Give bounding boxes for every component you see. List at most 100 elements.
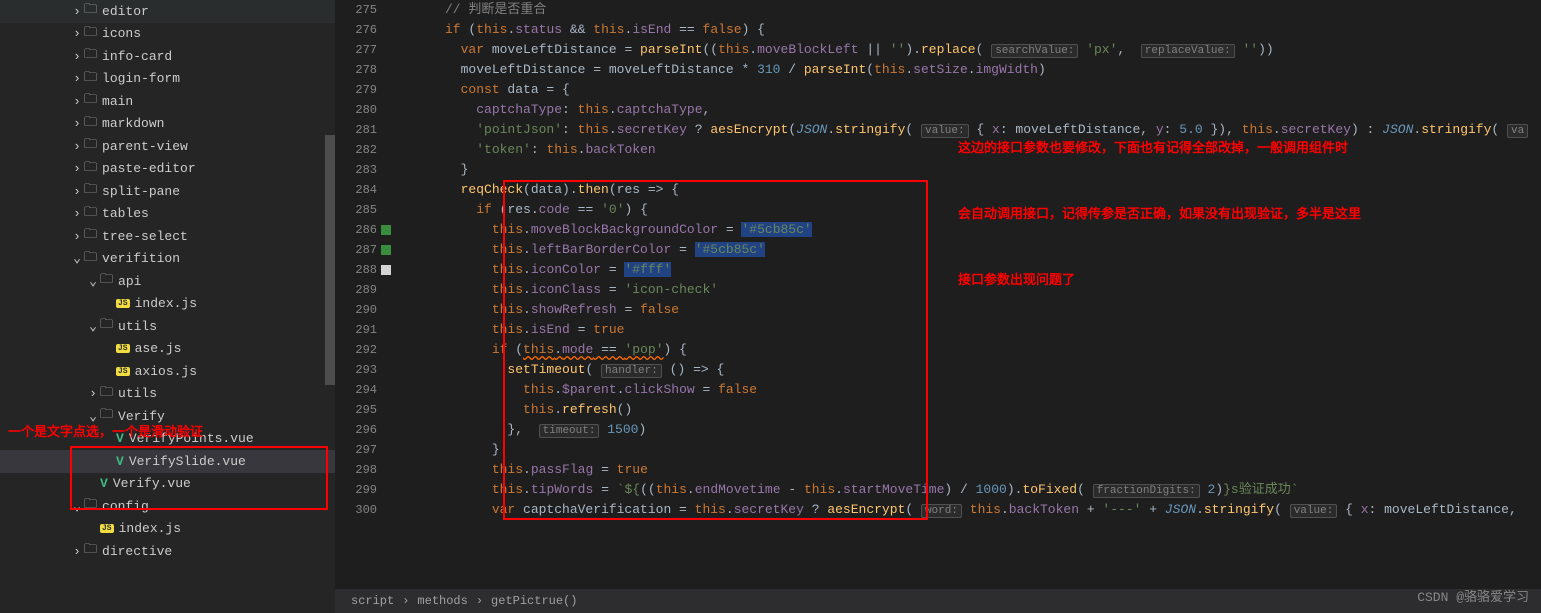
tree-item-main[interactable]: ›🗀main (0, 90, 335, 113)
breadcrumb-item[interactable]: methods (417, 594, 467, 608)
tree-item-login-form[interactable]: ›🗀login-form (0, 68, 335, 91)
tree-item-parent-view[interactable]: ›🗀parent-view (0, 135, 335, 158)
line-number[interactable]: 290 (335, 300, 377, 320)
line-number[interactable]: 292 (335, 340, 377, 360)
code-line[interactable]: // 判断是否重合 (395, 0, 1541, 20)
tree-item-Verify[interactable]: ⌄🗀Verify (0, 405, 335, 428)
code-line[interactable]: const data = { (395, 80, 1541, 100)
code-line[interactable]: this.iconColor = '#fff' (395, 260, 1541, 280)
file-explorer-sidebar[interactable]: ›🗀editor›🗀icons›🗀info-card›🗀login-form›🗀… (0, 0, 335, 613)
code-line[interactable]: } (395, 440, 1541, 460)
code-line[interactable]: if (this.status && this.isEnd == false) … (395, 20, 1541, 40)
line-number[interactable]: 300 (335, 500, 377, 520)
tree-item-tables[interactable]: ›🗀tables (0, 203, 335, 226)
line-number[interactable]: 279 (335, 80, 377, 100)
code-line[interactable]: var captchaVerification = this.secretKey… (395, 500, 1541, 520)
code-line[interactable]: this.showRefresh = false (395, 300, 1541, 320)
line-number[interactable]: 294 (335, 380, 377, 400)
tree-item-label: VerifySlide.vue (129, 454, 246, 469)
line-number[interactable]: 291 (335, 320, 377, 340)
tree-item-info-card[interactable]: ›🗀info-card (0, 45, 335, 68)
code-line[interactable]: 'token': this.backToken (395, 140, 1541, 160)
line-number[interactable]: 281 (335, 120, 377, 140)
tree-item-tree-select[interactable]: ›🗀tree-select (0, 225, 335, 248)
tree-item-api[interactable]: ⌄🗀api (0, 270, 335, 293)
tree-item-label: api (118, 274, 141, 289)
breadcrumb-item[interactable]: getPictrue() (491, 594, 577, 608)
tree-item-VerifyPoints-vue[interactable]: VVerifyPoints.vue (0, 428, 335, 451)
line-number[interactable]: 286 (335, 220, 377, 240)
tree-item-index-js[interactable]: JSindex.js (0, 518, 335, 541)
line-number[interactable]: 276 (335, 20, 377, 40)
chevron-down-icon: ⌄ (86, 319, 100, 334)
tree-item-verifition[interactable]: ⌄🗀verifition (0, 248, 335, 271)
tree-item-directive[interactable]: ›🗀directive (0, 540, 335, 563)
line-number[interactable]: 275 (335, 0, 377, 20)
code-line[interactable]: if (res.code == '0') { (395, 200, 1541, 220)
code-line[interactable]: captchaType: this.captchaType, (395, 100, 1541, 120)
tree-item-editor[interactable]: ›🗀editor (0, 0, 335, 23)
code-line[interactable]: this.isEnd = true (395, 320, 1541, 340)
line-number[interactable]: 285 (335, 200, 377, 220)
breadcrumb[interactable]: script › methods › getPictrue() (335, 589, 1541, 613)
tree-item-split-pane[interactable]: ›🗀split-pane (0, 180, 335, 203)
line-number[interactable]: 288 (335, 260, 377, 280)
line-number-gutter[interactable]: 2752762772782792802812822832842852862872… (335, 0, 395, 589)
tree-item-utils[interactable]: ›🗀utils (0, 383, 335, 406)
folder-icon: 🗀 (84, 135, 97, 157)
line-number[interactable]: 283 (335, 160, 377, 180)
tree-item-icons[interactable]: ›🗀icons (0, 23, 335, 46)
editor-scrollbar[interactable] (1529, 0, 1541, 589)
code-content[interactable]: // 判断是否重合if (this.status && this.isEnd =… (395, 0, 1541, 589)
tree-item-label: utils (118, 386, 157, 401)
line-number[interactable]: 298 (335, 460, 377, 480)
code-line[interactable]: if (this.mode == 'pop') { (395, 340, 1541, 360)
line-number[interactable]: 282 (335, 140, 377, 160)
code-line[interactable]: }, timeout: 1500) (395, 420, 1541, 440)
line-number[interactable]: 295 (335, 400, 377, 420)
tree-item-axios-js[interactable]: JSaxios.js (0, 360, 335, 383)
code-line[interactable]: this.passFlag = true (395, 460, 1541, 480)
line-number[interactable]: 289 (335, 280, 377, 300)
code-line[interactable]: this.leftBarBorderColor = '#5cb85c' (395, 240, 1541, 260)
chevron-down-icon: ⌄ (86, 409, 100, 424)
line-number[interactable]: 284 (335, 180, 377, 200)
code-line[interactable]: this.refresh() (395, 400, 1541, 420)
folder-icon: 🗀 (84, 248, 97, 270)
sidebar-scrollbar[interactable] (325, 135, 335, 385)
folder-icon: 🗀 (84, 158, 97, 180)
line-number[interactable]: 277 (335, 40, 377, 60)
code-line[interactable]: this.moveBlockBackgroundColor = '#5cb85c… (395, 220, 1541, 240)
tree-item-paste-editor[interactable]: ›🗀paste-editor (0, 158, 335, 181)
code-editor: 2752762772782792802812822832842852862872… (335, 0, 1541, 613)
line-number[interactable]: 297 (335, 440, 377, 460)
code-line[interactable]: this.iconClass = 'icon-check' (395, 280, 1541, 300)
tree-item-index-js[interactable]: JSindex.js (0, 293, 335, 316)
code-line[interactable]: this.$parent.clickShow = false (395, 380, 1541, 400)
tree-item-config[interactable]: ⌄🗀config (0, 495, 335, 518)
tree-item-VerifySlide-vue[interactable]: VVerifySlide.vue (0, 450, 335, 473)
line-number[interactable]: 293 (335, 360, 377, 380)
line-number[interactable]: 280 (335, 100, 377, 120)
line-number[interactable]: 278 (335, 60, 377, 80)
line-number[interactable]: 287 (335, 240, 377, 260)
vue-file-icon: V (100, 476, 108, 491)
tree-item-label: Verify (118, 409, 165, 424)
tree-item-utils[interactable]: ⌄🗀utils (0, 315, 335, 338)
tree-item-markdown[interactable]: ›🗀markdown (0, 113, 335, 136)
tree-item-Verify-vue[interactable]: VVerify.vue (0, 473, 335, 496)
code-line[interactable]: reqCheck(data).then(res => { (395, 180, 1541, 200)
code-line[interactable]: var moveLeftDistance = parseInt((this.mo… (395, 40, 1541, 60)
code-line[interactable]: } (395, 160, 1541, 180)
breadcrumb-item[interactable]: script (351, 594, 394, 608)
folder-icon: 🗀 (84, 495, 97, 517)
line-number[interactable]: 296 (335, 420, 377, 440)
code-line[interactable]: 'pointJson': this.secretKey ? aesEncrypt… (395, 120, 1541, 140)
tree-item-label: tables (102, 206, 149, 221)
code-line[interactable]: moveLeftDistance = moveLeftDistance * 31… (395, 60, 1541, 80)
folder-icon: 🗀 (84, 180, 97, 202)
code-line[interactable]: setTimeout( handler: () => { (395, 360, 1541, 380)
line-number[interactable]: 299 (335, 480, 377, 500)
code-line[interactable]: this.tipWords = `${((this.endMovetime - … (395, 480, 1541, 500)
tree-item-ase-js[interactable]: JSase.js (0, 338, 335, 361)
